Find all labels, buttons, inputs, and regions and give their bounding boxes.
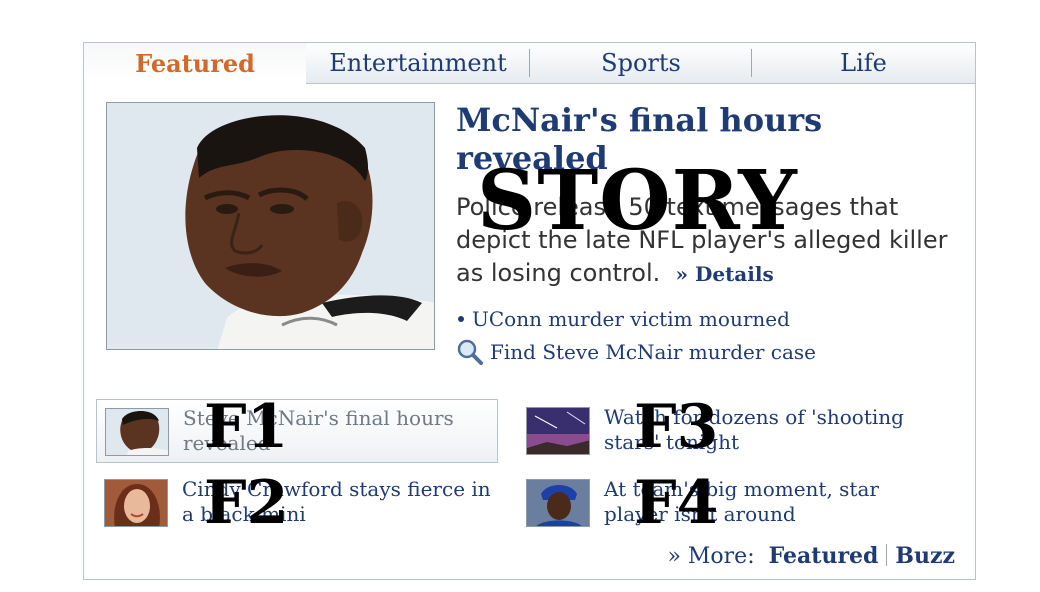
story-summary: Police release 50 text messages that dep… xyxy=(456,191,956,291)
feature-text: Watch for dozens of 'shooting stars' ton… xyxy=(604,405,904,454)
celebrity-thumbnail-image xyxy=(105,480,167,526)
feature-item-1[interactable]: Steve McNair's final hours revealed xyxy=(96,399,498,463)
tab-featured[interactable]: Featured xyxy=(84,43,307,84)
details-link[interactable]: » Details xyxy=(676,262,774,286)
tab-label: Sports xyxy=(601,49,681,77)
more-featured-link[interactable]: Featured xyxy=(769,543,879,569)
feature-text: At team's big moment, star player isn't … xyxy=(604,477,879,526)
magnifier-icon xyxy=(457,339,483,365)
player-thumbnail-image xyxy=(106,409,168,455)
feature-thumbnail xyxy=(526,407,590,455)
more-buzz-link[interactable]: Buzz xyxy=(895,543,955,569)
more-divider xyxy=(886,544,888,566)
feature-text: Steve McNair's final hours revealed xyxy=(183,406,454,455)
more-prefix: » More: xyxy=(667,544,755,569)
related-link-text: UConn murder victim mourned xyxy=(472,307,790,331)
tab-label: Life xyxy=(840,49,887,77)
related-link-search[interactable]: Find Steve McNair murder case xyxy=(456,339,816,365)
player-portrait xyxy=(107,103,434,349)
feature-thumbnail xyxy=(526,479,590,527)
feature-item-4[interactable]: At team's big moment, star player isn't … xyxy=(518,471,920,535)
tab-entertainment[interactable]: Entertainment xyxy=(306,43,530,84)
story-photo[interactable] xyxy=(106,102,435,350)
bullet-icon xyxy=(458,316,464,322)
feature-item-3[interactable]: Watch for dozens of 'shooting stars' ton… xyxy=(518,399,920,463)
tab-bar: Featured Entertainment Sports Life xyxy=(84,43,975,85)
tab-label: Entertainment xyxy=(329,49,507,77)
story-headline[interactable]: McNair's final hours revealed xyxy=(456,101,876,177)
tab-life[interactable]: Life xyxy=(752,43,975,84)
feature-thumbnail xyxy=(104,479,168,527)
related-link-uconn[interactable]: UConn murder victim mourned xyxy=(456,307,790,331)
feature-text: Cindy Crawford stays fierce in a black m… xyxy=(182,477,491,526)
athlete-thumbnail-image xyxy=(527,480,589,526)
related-link-text: Find Steve McNair murder case xyxy=(490,340,816,364)
more-links: » More: Featured Buzz xyxy=(667,543,955,569)
feature-item-2[interactable]: Cindy Crawford stays fierce in a black m… xyxy=(96,471,498,535)
tab-sports[interactable]: Sports xyxy=(530,43,752,84)
feature-thumbnail xyxy=(105,408,169,456)
sky-thumbnail-image xyxy=(527,408,589,454)
featured-module: Featured Entertainment Sports Life McNai… xyxy=(83,42,976,580)
